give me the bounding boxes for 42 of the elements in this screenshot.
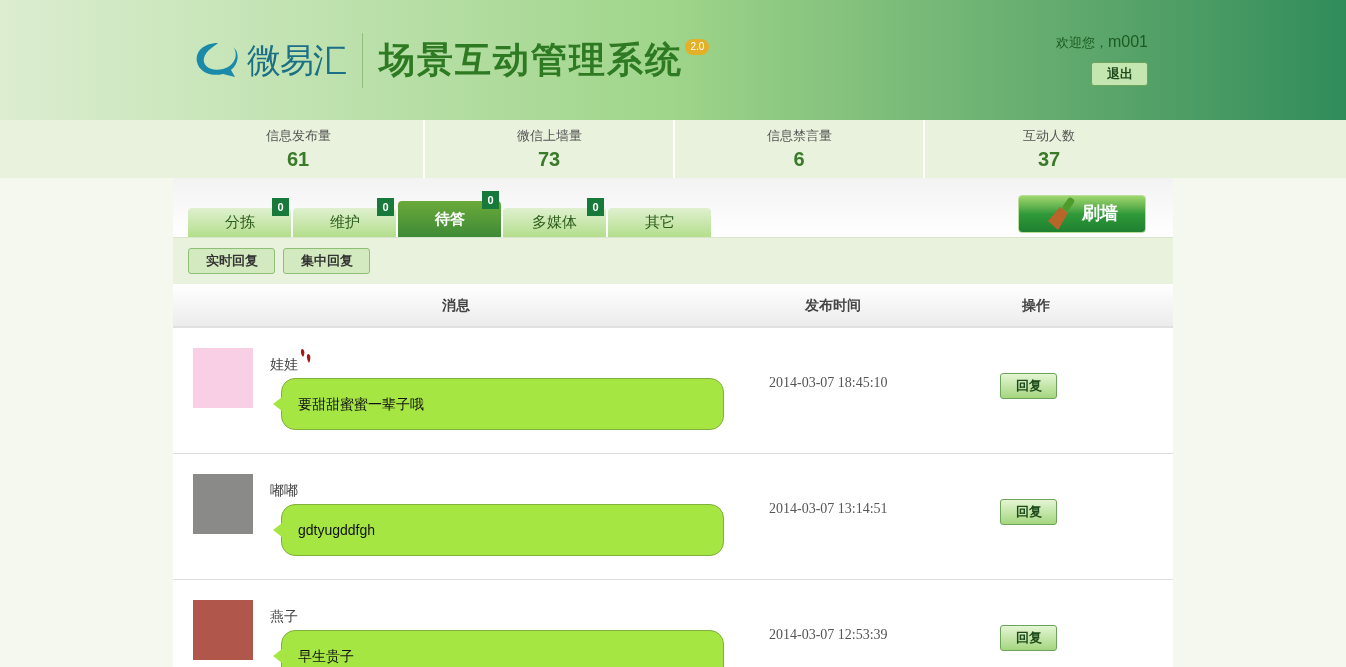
column-header: 消息 bbox=[441, 295, 470, 315]
username: m001 bbox=[1107, 32, 1148, 52]
avatar-photo-placeholder bbox=[193, 474, 253, 534]
column-header: 发布时间 bbox=[805, 295, 861, 315]
column-header: 操作 bbox=[1021, 295, 1050, 315]
stat-value: 6 bbox=[793, 146, 805, 172]
stat-label: 信息发布量 bbox=[265, 127, 331, 145]
logout-button[interactable]: 退出 bbox=[1091, 62, 1148, 86]
message-text: 早生贵子 bbox=[298, 646, 354, 666]
message-text: gdtyugddfgh bbox=[298, 520, 376, 540]
stat-label: 信息禁言量 bbox=[766, 127, 832, 145]
system-title: 场景互动管理系统 bbox=[379, 38, 684, 82]
reply-button[interactable]: 回复 bbox=[1000, 499, 1057, 525]
stat-label: 微信上墙量 bbox=[516, 127, 582, 145]
publish-time: 2014-03-07 12:53:39 bbox=[768, 626, 889, 644]
logo-text: 微易汇 bbox=[247, 39, 347, 81]
count-badge: 0 bbox=[482, 191, 499, 209]
reply-mode-button[interactable]: 集中回复 bbox=[283, 248, 370, 274]
publish-time: 2014-03-07 13:14:51 bbox=[768, 500, 889, 518]
sender-name: 燕子 bbox=[270, 607, 298, 626]
welcome-text: 欢迎您， bbox=[1055, 34, 1108, 52]
tab[interactable]: 其它 bbox=[608, 208, 711, 237]
message-text: 要甜甜蜜蜜一辈子哦 bbox=[298, 394, 424, 414]
sender-name: 娃娃 bbox=[270, 355, 298, 374]
stat-value: 61 bbox=[286, 146, 310, 172]
stat-value: 37 bbox=[1037, 146, 1061, 172]
avatar-photo-placeholder bbox=[193, 348, 253, 408]
reply-button[interactable]: 回复 bbox=[1000, 373, 1057, 399]
publish-time: 2014-03-07 18:45:10 bbox=[768, 374, 889, 392]
version-badge: 2.0 bbox=[685, 39, 710, 55]
stat-label: 互动人数 bbox=[1023, 127, 1075, 145]
reply-mode-button[interactable]: 实时回复 bbox=[188, 248, 275, 274]
wall-button[interactable]: 刷墙 bbox=[1018, 194, 1146, 233]
count-badge: 0 bbox=[272, 198, 289, 216]
sender-name: 嘟嘟 bbox=[270, 481, 298, 500]
broom-icon bbox=[1046, 196, 1076, 231]
reply-button[interactable]: 回复 bbox=[1000, 625, 1057, 651]
avatar-photo-placeholder bbox=[193, 600, 253, 660]
count-badge: 0 bbox=[377, 198, 394, 216]
wall-button-label: 刷墙 bbox=[1082, 202, 1118, 225]
stat-value: 73 bbox=[537, 146, 561, 172]
count-badge: 0 bbox=[587, 198, 604, 216]
